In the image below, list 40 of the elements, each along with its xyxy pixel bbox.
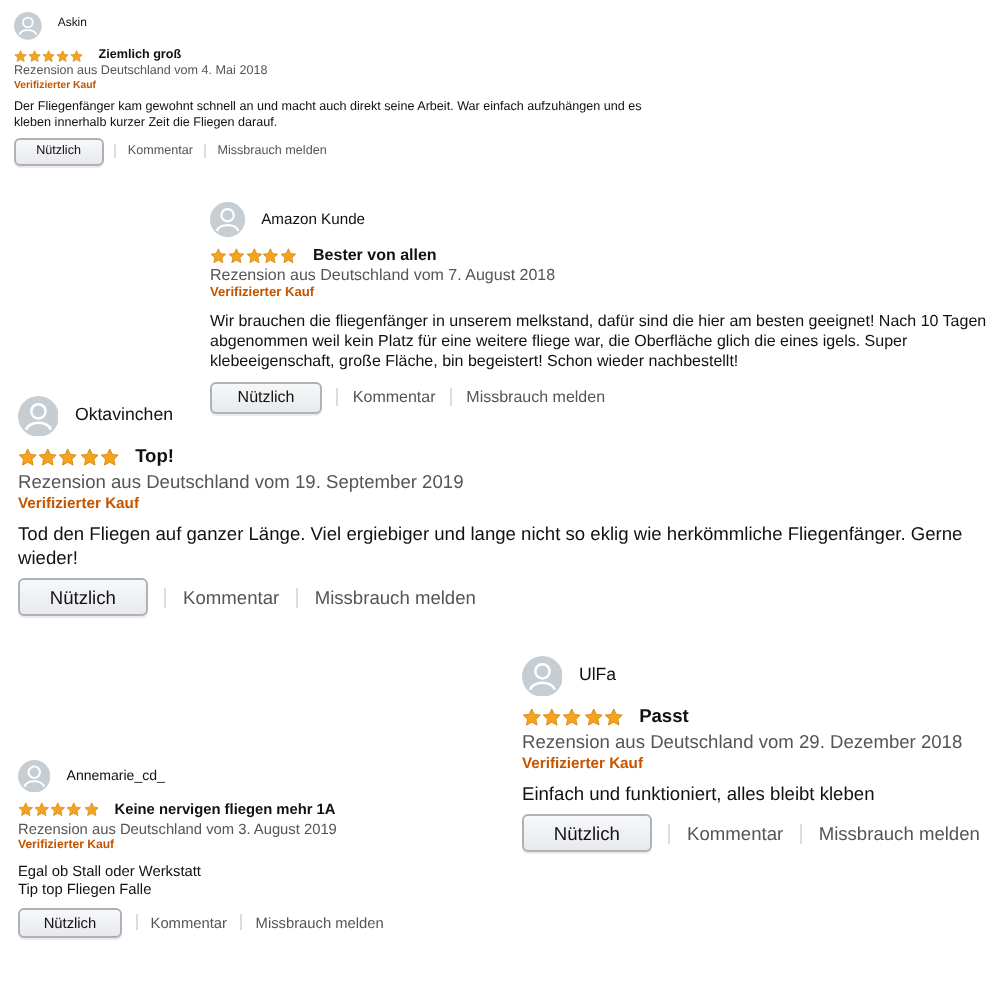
star-icon [18,447,38,467]
reviewer-name: Oktavinchen [74,404,174,428]
star-icon [99,447,120,467]
report-abuse-link[interactable]: Missbrauch melden [818,821,980,846]
review-text: Wir brauchen die fliegenfänger in unserem melkstand, dafür sind die hier am besten geeignet! Nach 10 Tagen abgenommen weil kein Platz für eine weitere fliege war, die Oberfläche glich die eines igels. Super klebeeigenschaft, große Fläche, bin begeistert! Schon wieder nachbestellt! [210,311,989,374]
review-text: Einfach und funktioniert, alles bleibt kleben [522,781,877,806]
avatar-icon [522,656,563,697]
comment-link[interactable]: Kommentar [687,821,784,846]
star-icon [603,707,624,727]
review-date: Rezension aus Deutschland vom 19. September 2019 [18,469,466,494]
helpful-button[interactable]: Nützlich [18,578,148,617]
helpful-button[interactable]: Nützlich [522,814,652,853]
reviewer-name: UlFa [578,664,617,688]
star-icon [583,707,603,727]
review-date: Rezension aus Deutschland vom 7. August 2018 [210,265,558,286]
review-date: Rezension aus Deutschland vom 29. Dezember 2018 [522,729,965,754]
star-icon [245,247,262,264]
star-icon [542,707,562,727]
avatar-icon [18,760,51,793]
star-icon [280,247,298,264]
star-icon [58,447,79,467]
avatar-icon [210,202,246,238]
star-icon [227,247,245,264]
report-abuse-link[interactable]: Missbrauch melden [314,585,476,610]
star-icon [38,447,58,467]
review-title: Bester von allen [313,245,437,266]
star-icon [522,707,542,727]
star-icon [210,247,227,264]
star-icon [562,707,583,727]
review-title: Top! [135,444,175,470]
comment-link[interactable]: Kommentar [352,387,436,409]
avatar-icon [18,396,59,437]
helpful-button[interactable]: Nützlich [210,381,323,415]
review-title: Passt [639,704,689,730]
star-icon [262,247,280,264]
star-icon [79,447,99,467]
review-text: Tod den Fliegen auf ganzer Länge. Viel ergiebiger und lange nicht so eklig wie herkömmliche Fliegenfänger. Gerne wieder! [18,521,965,570]
report-abuse-link[interactable]: Missbrauch melden [466,387,606,409]
avatar-icon [14,12,42,40]
comment-link[interactable]: Kommentar [183,585,280,610]
